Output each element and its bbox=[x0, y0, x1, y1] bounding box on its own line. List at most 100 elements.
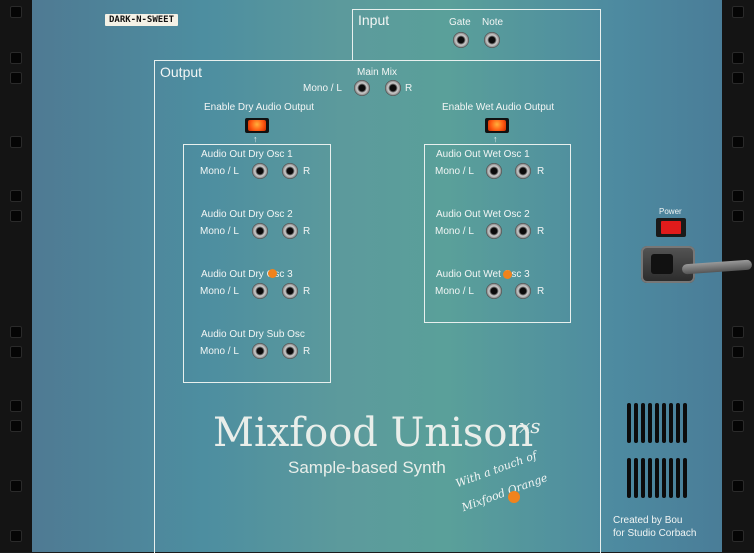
dry-osc1-label: Audio Out Dry Osc 1 bbox=[201, 149, 293, 160]
wet-osc2-right-jack[interactable] bbox=[515, 223, 531, 239]
dry-osc3-r-label: R bbox=[303, 286, 311, 297]
rack-screw-hole bbox=[10, 420, 22, 432]
gate-label: Gate bbox=[449, 17, 471, 28]
rack-screw-hole bbox=[732, 480, 744, 492]
rack-screw-hole bbox=[732, 6, 744, 18]
rack-screw-hole bbox=[732, 400, 744, 412]
dry-osc2-right-jack[interactable] bbox=[282, 223, 298, 239]
gate-input-jack[interactable] bbox=[453, 32, 469, 48]
device-back-panel: DARK-N-SWEET Input Gate Note Output Main… bbox=[32, 0, 753, 553]
rack-screw-hole bbox=[10, 530, 22, 542]
rack-screw-hole bbox=[10, 480, 22, 492]
dry-sub-osc-r-label: R bbox=[303, 346, 311, 357]
vent-slot bbox=[683, 458, 687, 498]
main-mix-left-jack[interactable] bbox=[354, 80, 370, 96]
dry-osc3-mono-label: Mono / L bbox=[200, 286, 239, 297]
rack-screw-hole bbox=[10, 72, 22, 84]
power-plug-icon bbox=[651, 254, 673, 274]
vent-slot bbox=[655, 458, 659, 498]
vent-slot bbox=[648, 403, 652, 443]
dry-osc3-label: Audio Out Dry Osc 3 bbox=[201, 269, 293, 280]
dry-sub-osc-label: Audio Out Dry Sub Osc bbox=[201, 329, 305, 340]
logo-subtitle: Sample-based Synth bbox=[288, 458, 446, 477]
credits-line2: for Studio Corbach bbox=[613, 528, 697, 539]
enable-wet-label: Enable Wet Audio Output bbox=[442, 102, 555, 113]
wet-osc2-mono-label: Mono / L bbox=[435, 226, 474, 237]
orange-dot-icon bbox=[268, 269, 277, 278]
vent-slot bbox=[662, 458, 666, 498]
wet-osc2-label: Audio Out Wet Osc 2 bbox=[436, 209, 530, 220]
vent-slot bbox=[669, 403, 673, 443]
vent-slot bbox=[676, 458, 680, 498]
main-mix-mono-label: Mono / L bbox=[303, 83, 342, 94]
dry-osc1-right-jack[interactable] bbox=[282, 163, 298, 179]
enable-wet-button[interactable] bbox=[485, 118, 509, 133]
wet-osc3-mono-label: Mono / L bbox=[435, 286, 474, 297]
dry-osc1-mono-label: Mono / L bbox=[200, 166, 239, 177]
vent-slot bbox=[641, 458, 645, 498]
wet-osc3-r-label: R bbox=[537, 286, 545, 297]
dry-osc1-left-jack[interactable] bbox=[252, 163, 268, 179]
output-section-title: Output bbox=[160, 64, 203, 80]
wet-osc3-label: Audio Out Wet Osc 3 bbox=[436, 269, 530, 280]
wet-osc3-right-jack[interactable] bbox=[515, 283, 531, 299]
logo-superscript: xs bbox=[519, 414, 541, 438]
dry-sub-osc-left-jack[interactable] bbox=[252, 343, 268, 359]
note-label: Note bbox=[482, 17, 504, 28]
main-mix-r-label: R bbox=[405, 83, 413, 94]
input-section-title: Input bbox=[358, 12, 390, 28]
dry-osc3-right-jack[interactable] bbox=[282, 283, 298, 299]
rack-screw-hole bbox=[10, 52, 22, 64]
rack-screw-hole bbox=[732, 210, 744, 222]
rack-rail-right bbox=[722, 0, 754, 552]
vent-slot bbox=[634, 458, 638, 498]
rack-screw-hole bbox=[732, 420, 744, 432]
dry-osc2-mono-label: Mono / L bbox=[200, 226, 239, 237]
power-switch[interactable] bbox=[656, 218, 686, 237]
vent-slot bbox=[641, 403, 645, 443]
enable-dry-label: Enable Dry Audio Output bbox=[204, 102, 315, 113]
power-switch-rocker bbox=[661, 221, 681, 234]
main-mix-right-jack[interactable] bbox=[385, 80, 401, 96]
wet-osc3-left-jack[interactable] bbox=[486, 283, 502, 299]
vent-slot bbox=[655, 403, 659, 443]
rack-screw-hole bbox=[732, 136, 744, 148]
dry-connector-arrow: ↑ bbox=[253, 134, 258, 144]
vent-slot bbox=[662, 403, 666, 443]
vent-slot bbox=[648, 458, 652, 498]
vent-slot bbox=[676, 403, 680, 443]
rack-screw-hole bbox=[732, 52, 744, 64]
rack-screw-hole bbox=[10, 326, 22, 338]
wet-osc2-r-label: R bbox=[537, 226, 545, 237]
wet-osc1-right-jack[interactable] bbox=[515, 163, 531, 179]
rack-rail-left bbox=[0, 0, 32, 552]
orange-fruit-icon bbox=[508, 491, 520, 503]
note-input-jack[interactable] bbox=[484, 32, 500, 48]
wet-osc1-left-jack[interactable] bbox=[486, 163, 502, 179]
wet-osc1-mono-label: Mono / L bbox=[435, 166, 474, 177]
dry-sub-osc-right-jack[interactable] bbox=[282, 343, 298, 359]
enable-dry-button[interactable] bbox=[245, 118, 269, 133]
dry-sub-osc-mono-label: Mono / L bbox=[200, 346, 239, 357]
logo-title: Mixfood Unison bbox=[213, 410, 534, 456]
main-mix-label: Main Mix bbox=[357, 67, 398, 78]
dry-osc1-r-label: R bbox=[303, 166, 311, 177]
wet-osc2-left-jack[interactable] bbox=[486, 223, 502, 239]
vent-slot bbox=[669, 458, 673, 498]
dry-osc3-left-jack[interactable] bbox=[252, 283, 268, 299]
rack-screw-hole bbox=[10, 136, 22, 148]
vent-slot bbox=[683, 403, 687, 443]
dry-osc2-r-label: R bbox=[303, 226, 311, 237]
credits-line1: Created by Bou bbox=[613, 515, 683, 526]
rack-screw-hole bbox=[732, 346, 744, 358]
vent-slot bbox=[627, 403, 631, 443]
brand-tag: DARK-N-SWEET bbox=[105, 14, 179, 26]
rack-screw-hole bbox=[732, 72, 744, 84]
rack-screw-hole bbox=[10, 210, 22, 222]
vent-slot bbox=[627, 458, 631, 498]
power-label: Power bbox=[659, 207, 682, 216]
dry-osc2-left-jack[interactable] bbox=[252, 223, 268, 239]
rack-screw-hole bbox=[732, 326, 744, 338]
rack-screw-hole bbox=[732, 530, 744, 542]
rack-screw-hole bbox=[10, 190, 22, 202]
